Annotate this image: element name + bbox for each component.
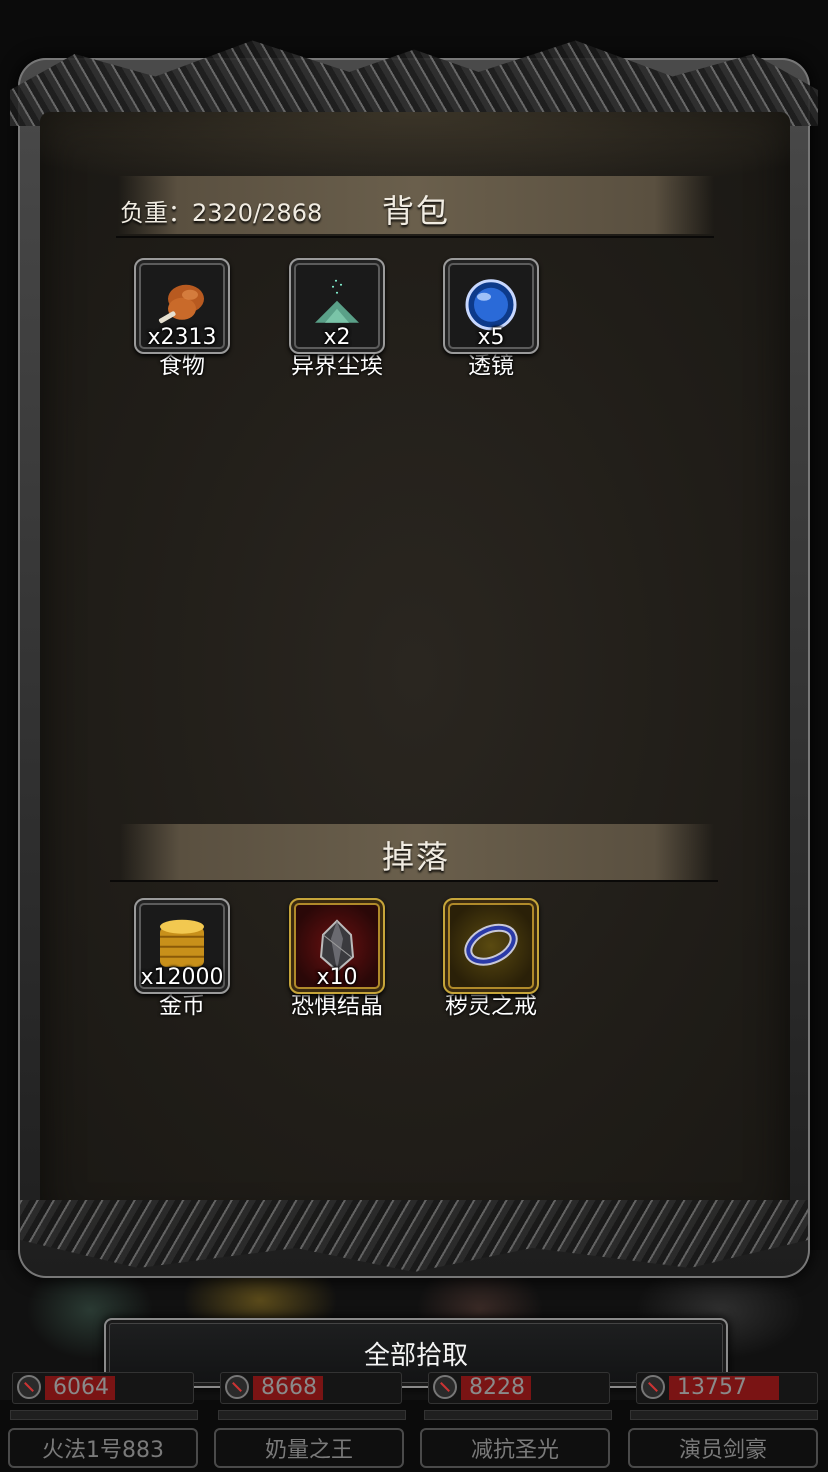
party-mp-bar bbox=[10, 1410, 198, 1420]
drops-header-divider bbox=[110, 880, 718, 882]
no-heal-icon bbox=[225, 1375, 249, 1399]
hp-value: 8668 bbox=[261, 1375, 317, 1400]
pickup-all-button[interactable]: 全部拾取 bbox=[104, 1318, 728, 1388]
party-member-name[interactable]: 火法1号883 bbox=[8, 1428, 198, 1468]
drops-title: 掉落 bbox=[382, 838, 451, 876]
no-heal-icon bbox=[641, 1375, 665, 1399]
no-heal-icon bbox=[433, 1375, 457, 1399]
hp-value: 8228 bbox=[469, 1375, 525, 1400]
inventory-header-divider bbox=[116, 236, 714, 238]
party-mp-bar bbox=[424, 1410, 612, 1420]
drop-item-gold[interactable]: x12000 金币 bbox=[134, 898, 230, 1020]
item-slot: x5 bbox=[443, 258, 539, 354]
inventory-title: 背包 bbox=[382, 192, 451, 230]
item-slot: x10 bbox=[289, 898, 385, 994]
party-hp-bar: 8668 bbox=[220, 1372, 402, 1404]
item-count: x2 bbox=[323, 325, 351, 350]
party-hp-bar: 8228 bbox=[428, 1372, 610, 1404]
hp-value: 6064 bbox=[53, 1375, 109, 1400]
drop-item-ring[interactable]: 秽灵之戒 bbox=[443, 898, 539, 1020]
item-count: x10 bbox=[316, 965, 358, 990]
weight-label: 负重：2320/2868 bbox=[120, 199, 323, 227]
no-heal-icon bbox=[17, 1375, 41, 1399]
drop-item-crystal[interactable]: x10 恐惧结晶 bbox=[289, 898, 385, 1020]
party-hp-bar: 6064 bbox=[12, 1372, 194, 1404]
item-slot: x2 bbox=[289, 258, 385, 354]
party-mp-bar bbox=[218, 1410, 406, 1420]
item-count: x5 bbox=[477, 325, 505, 350]
item-slot: x12000 bbox=[134, 898, 230, 994]
party-hp-bar: 13757 bbox=[636, 1372, 818, 1404]
inventory-item-lens[interactable]: x5 透镜 bbox=[443, 258, 539, 380]
item-count: x12000 bbox=[140, 965, 224, 990]
item-count: x2313 bbox=[147, 325, 217, 350]
party-member-name[interactable]: 减抗圣光 bbox=[420, 1428, 610, 1468]
dark-ring-icon bbox=[464, 923, 518, 966]
frame-bottom-ornament bbox=[20, 1200, 808, 1272]
party-member-name[interactable]: 奶量之王 bbox=[214, 1428, 404, 1468]
inventory-item-food[interactable]: x2313 食物 bbox=[134, 258, 230, 380]
party-member-name[interactable]: 演员剑豪 bbox=[628, 1428, 818, 1468]
party-mp-bar bbox=[630, 1410, 818, 1420]
item-slot bbox=[443, 898, 539, 994]
hp-value: 13757 bbox=[677, 1375, 747, 1400]
item-slot: x2313 bbox=[134, 258, 230, 354]
inventory-item-dust[interactable]: x2 异界尘埃 bbox=[289, 258, 385, 380]
